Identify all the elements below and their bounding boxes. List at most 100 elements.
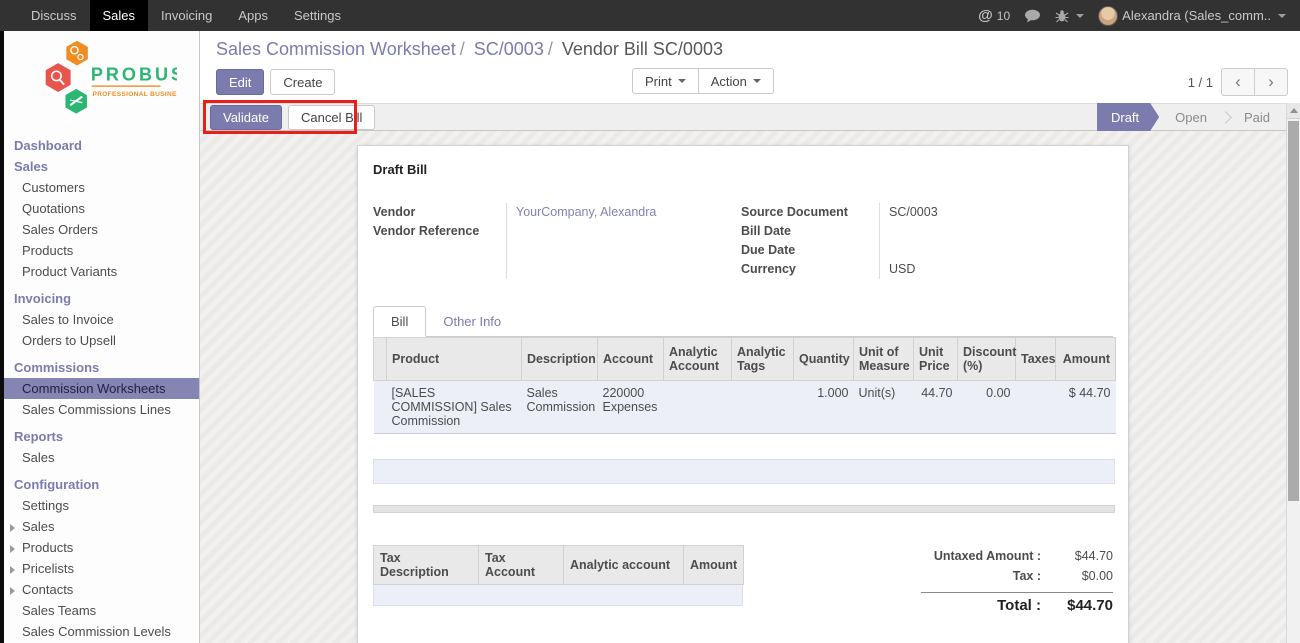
- scrollbar-thumb[interactable]: [1288, 121, 1299, 501]
- sidebar-item-products[interactable]: Products: [4, 240, 199, 261]
- breadcrumb-worksheet[interactable]: Sales Commission Worksheet: [216, 39, 456, 59]
- pager-previous-button[interactable]: ‹: [1221, 68, 1255, 96]
- inbox-icon: @: [978, 7, 993, 24]
- total-label: Total :: [997, 597, 1041, 614]
- vendor-value[interactable]: YourCompany, Alexandra: [516, 203, 741, 222]
- tax-line: Tax : $0.00: [921, 569, 1113, 589]
- breadcrumb-sc0003[interactable]: SC/0003: [474, 39, 544, 59]
- col-tax-amount[interactable]: Amount: [684, 546, 744, 585]
- col-tax-account[interactable]: Tax Account: [479, 546, 564, 585]
- company-logo[interactable]: PROBUSE PROFESSIONAL BUSINESS: [4, 31, 199, 135]
- sidebar-item-label: Sales: [22, 519, 55, 534]
- col-analytic-tags[interactable]: Analytic Tags: [732, 338, 794, 381]
- cell-unit-price[interactable]: 44.70: [914, 381, 958, 434]
- vendor-label: Vendor: [373, 203, 506, 222]
- col-unit-of-measure[interactable]: Unit of Measure: [854, 338, 914, 381]
- cell-amount[interactable]: $ 44.70: [1056, 381, 1116, 434]
- breadcrumb-separator: /: [460, 39, 465, 59]
- sidebar-item-sales-commissions-lines[interactable]: Sales Commissions Lines: [4, 399, 199, 420]
- table-row[interactable]: [SALES COMMISSION] Sales Commission Sale…: [374, 381, 1116, 434]
- scroll-up-button[interactable]: [1287, 103, 1300, 119]
- col-unit-price[interactable]: Unit Price: [914, 338, 958, 381]
- tab-bill[interactable]: Bill: [373, 306, 426, 337]
- cell-description[interactable]: Sales Commission: [522, 381, 598, 434]
- nav-apps[interactable]: Apps: [225, 0, 281, 31]
- sidebar-header-commissions[interactable]: Commissions: [4, 357, 199, 378]
- col-quantity[interactable]: Quantity: [794, 338, 854, 381]
- sidebar-header-dashboard[interactable]: Dashboard: [4, 135, 199, 156]
- create-button[interactable]: Create: [270, 69, 335, 95]
- sidebar-item-settings[interactable]: Settings: [4, 495, 199, 516]
- sidebar-item-reports-sales[interactable]: Sales: [4, 447, 199, 468]
- sidebar-header-invoicing[interactable]: Invoicing: [4, 288, 199, 309]
- col-description[interactable]: Description: [522, 338, 598, 381]
- status-open[interactable]: Open: [1159, 103, 1223, 131]
- sidebar-item-sales-teams[interactable]: Sales Teams: [4, 600, 199, 621]
- cell-analytic-tags[interactable]: [732, 381, 794, 434]
- breadcrumb: Sales Commission Worksheet/ SC/0003/ Ven…: [216, 39, 1284, 60]
- sidebar-item-config-products[interactable]: Products: [4, 537, 199, 558]
- nav-discuss[interactable]: Discuss: [18, 0, 90, 31]
- horizontal-scrollbar[interactable]: [373, 505, 1115, 513]
- action-label: Action: [711, 74, 747, 89]
- cell-account[interactable]: 220000 Expenses: [598, 381, 664, 434]
- tab-other-info[interactable]: Other Info: [426, 306, 518, 336]
- cell-taxes[interactable]: [1016, 381, 1056, 434]
- sidebar-item-sales-orders[interactable]: Sales Orders: [4, 219, 199, 240]
- nav-invoicing[interactable]: Invoicing: [148, 0, 225, 31]
- breadcrumb-current: Vendor Bill SC/0003: [562, 39, 723, 59]
- col-product[interactable]: Product: [387, 338, 522, 381]
- sidebar-item-customers[interactable]: Customers: [4, 177, 199, 198]
- action-button[interactable]: Action: [698, 68, 774, 94]
- sidebar-item-orders-to-upsell[interactable]: Orders to Upsell: [4, 330, 199, 351]
- vertical-scrollbar[interactable]: [1286, 103, 1300, 643]
- debug-button[interactable]: [1055, 9, 1084, 23]
- print-button[interactable]: Print: [632, 68, 699, 94]
- status-draft[interactable]: Draft: [1097, 103, 1159, 131]
- sidebar-item-product-variants[interactable]: Product Variants: [4, 261, 199, 282]
- lines-header-row: Product Description Account Analytic Acc…: [374, 338, 1116, 381]
- nav-settings[interactable]: Settings: [281, 0, 354, 31]
- col-account[interactable]: Account: [598, 338, 664, 381]
- col-amount[interactable]: Amount: [1056, 338, 1116, 381]
- col-tax-description[interactable]: Tax Description: [374, 546, 479, 585]
- col-tax-analytic-account[interactable]: Analytic account: [564, 546, 684, 585]
- inbox-button[interactable]: @ 10: [978, 7, 1010, 24]
- cell-unit-of-measure[interactable]: Unit(s): [854, 381, 914, 434]
- col-taxes[interactable]: Taxes: [1016, 338, 1056, 381]
- sidebar-item-sales-to-invoice[interactable]: Sales to Invoice: [4, 309, 199, 330]
- total-line: Total : $44.70: [921, 597, 1113, 617]
- cell-analytic-account[interactable]: [664, 381, 732, 434]
- sidebar-header-reports[interactable]: Reports: [4, 426, 199, 447]
- user-name: Alexandra (Sales_comm..: [1122, 8, 1271, 23]
- sidebar-item-config-sales[interactable]: Sales: [4, 516, 199, 537]
- cell-product[interactable]: [SALES COMMISSION] Sales Commission: [387, 381, 522, 434]
- pager: 1 / 1 ‹ ›: [1188, 68, 1288, 96]
- sidebar-header-sales[interactable]: Sales: [4, 156, 199, 177]
- col-discount[interactable]: Discount (%): [958, 338, 1016, 381]
- sidebar-item-contacts[interactable]: Contacts: [4, 579, 199, 600]
- sidebar-item-pricelists[interactable]: Pricelists: [4, 558, 199, 579]
- sidebar-header-configuration[interactable]: Configuration: [4, 474, 199, 495]
- validate-button[interactable]: Validate: [210, 105, 282, 130]
- status-paid[interactable]: Paid: [1228, 103, 1286, 131]
- tax-empty-row[interactable]: [373, 585, 743, 606]
- nav-sales[interactable]: Sales: [90, 0, 149, 31]
- total-value: $44.70: [1041, 597, 1113, 614]
- breadcrumb-separator: /: [548, 39, 553, 59]
- empty-field-band[interactable]: [373, 459, 1115, 484]
- sidebar-item-commission-worksheets[interactable]: Commission Worksheets: [4, 378, 199, 399]
- logo-title: PROBUSE: [90, 64, 176, 84]
- sidebar-item-sales-commission-levels[interactable]: Sales Commission Levels: [4, 621, 199, 642]
- sidebar-item-quotations[interactable]: Quotations: [4, 198, 199, 219]
- messages-button[interactable]: [1024, 9, 1041, 23]
- cancel-bill-button[interactable]: Cancel Bill: [288, 105, 375, 130]
- cell-quantity[interactable]: 1.000: [794, 381, 854, 434]
- untaxed-amount-line: Untaxed Amount : $44.70: [921, 549, 1113, 569]
- edit-button[interactable]: Edit: [216, 69, 264, 95]
- cell-discount[interactable]: 0.00: [958, 381, 1016, 434]
- user-menu[interactable]: Alexandra (Sales_comm..: [1098, 6, 1286, 26]
- pager-next-button[interactable]: ›: [1254, 68, 1288, 96]
- screen: Discuss Sales Invoicing Apps Settings @ …: [0, 0, 1300, 643]
- col-analytic-account[interactable]: Analytic Account: [664, 338, 732, 381]
